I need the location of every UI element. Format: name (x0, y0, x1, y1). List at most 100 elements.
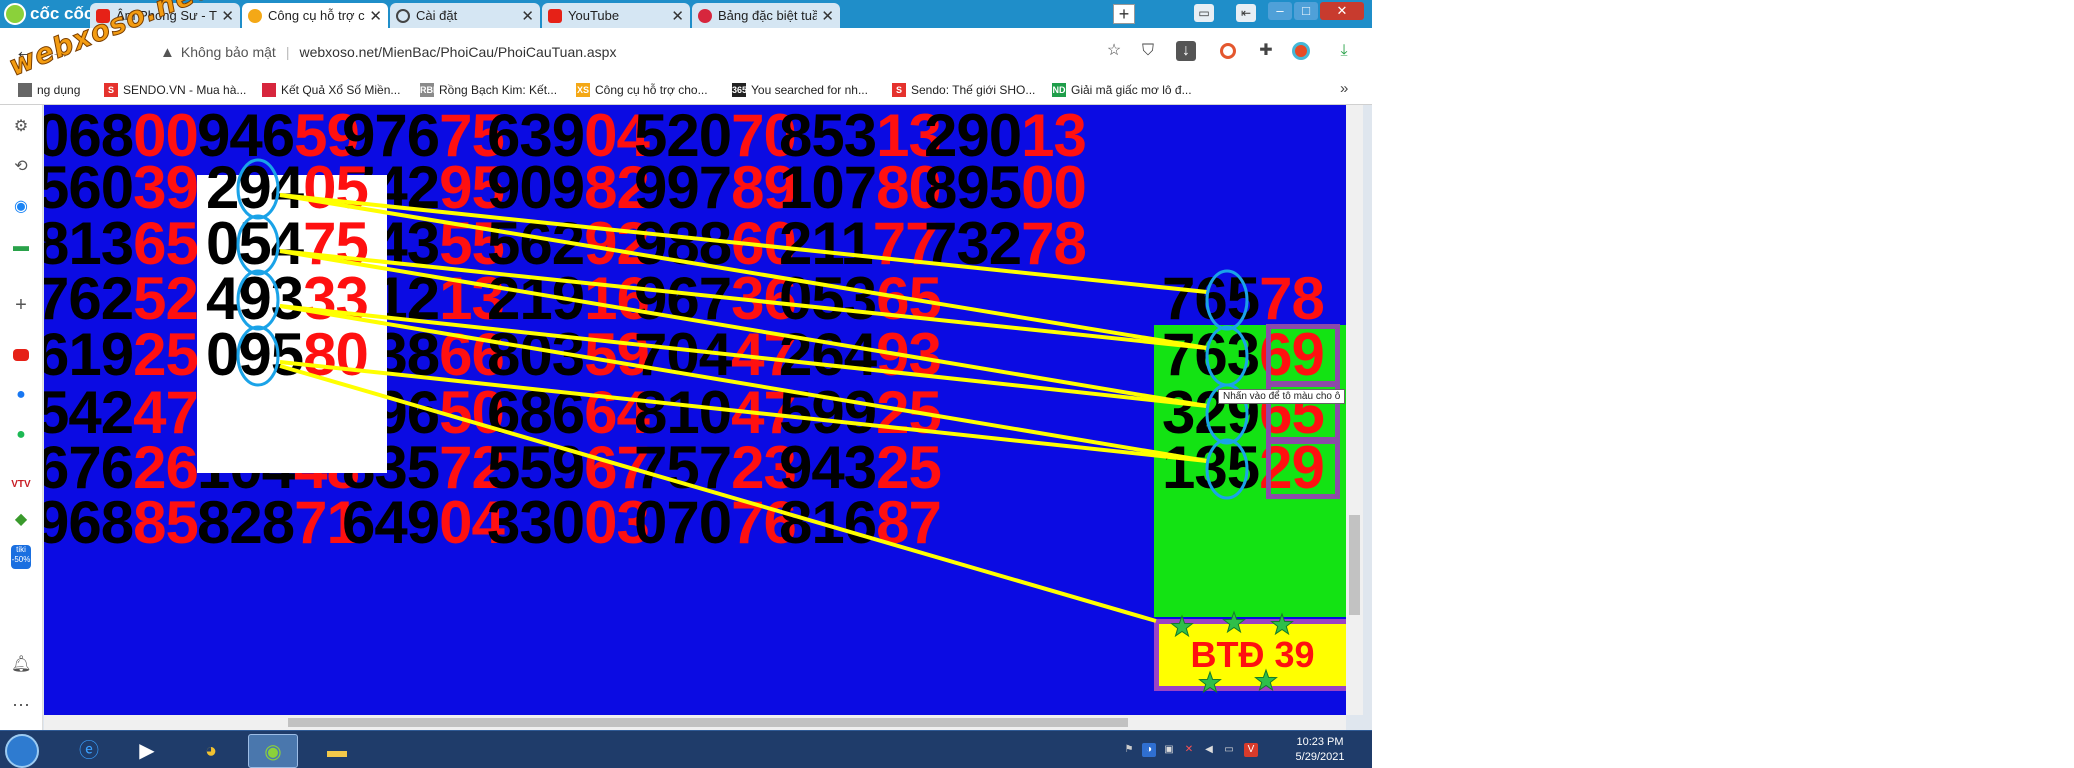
youtube-icon[interactable] (13, 349, 29, 361)
media-player-icon[interactable]: ▶ (122, 734, 172, 768)
download-arrow-icon[interactable]: ⤓ (1334, 41, 1354, 61)
bookmark-label: SENDO.VN - Mua hà... (123, 83, 247, 97)
vertical-scroll-thumb[interactable] (1349, 515, 1360, 615)
sidebar: ⚙ ⟲ ◉ ▬ + ● ● VTV ◆ tiki -50% 🔔︎ ⋯ (0, 105, 43, 730)
clock-time: 10:23 PM (1296, 736, 1344, 748)
spotify-icon[interactable]: ● (11, 425, 31, 445)
messenger-icon[interactable]: ◉ (11, 197, 31, 217)
display-icon[interactable]: ✕ (1182, 743, 1196, 757)
volume-icon[interactable]: ◀ (1202, 743, 1216, 757)
bookmark-item[interactable]: S Sendo: Thế giới SHO... (892, 81, 1035, 99)
download-icon[interactable]: ↓ (1176, 41, 1196, 61)
close-icon[interactable]: ✕ (821, 7, 834, 25)
sendo-icon: S (892, 83, 906, 97)
game-icon[interactable]: ▬ (11, 237, 31, 257)
bookmarks-more-button[interactable]: » (1340, 80, 1348, 97)
tab-cai-dat[interactable]: Cài đặt ✕ (390, 3, 540, 28)
screen: cốc cốc Âm Phong Sư - Tập 0 ✕ Công cụ hỗ… (0, 0, 1372, 768)
new-tab-button[interactable]: + (1113, 4, 1135, 24)
shield-icon[interactable]: ⛉ (1138, 41, 1158, 61)
more-icon[interactable]: ⋯ (11, 695, 31, 715)
horizontal-scroll-thumb[interactable] (288, 718, 1128, 727)
tab-cong-cu[interactable]: Công cụ hỗ trợ cho ng ✕ (242, 3, 388, 28)
security-label[interactable]: Không bảo mật (181, 44, 276, 60)
tooltip: Nhấn vào để tô màu cho ô (1218, 389, 1346, 404)
gear-icon (396, 8, 410, 23)
add-icon[interactable]: + (11, 295, 31, 315)
clock-date: 5/29/2021 (1295, 751, 1345, 763)
antivirus-icon[interactable]: ◑ (1142, 743, 1156, 757)
vtv-icon[interactable]: VTV (11, 475, 31, 495)
turtle-icon[interactable]: ◆ (11, 510, 31, 530)
bookmark-item[interactable]: ND Giải mã giấc mơ lô đ... (1052, 81, 1192, 99)
bookmark-label: Công cụ hỗ trợ cho... (595, 83, 708, 97)
close-icon[interactable]: ✕ (671, 7, 684, 25)
facebook-icon[interactable]: ● (11, 385, 31, 405)
connector-line (279, 364, 1157, 623)
network-icon[interactable]: ⚑ (1122, 743, 1136, 757)
url-text[interactable]: webxoso.net/MienBac/PhoiCau/PhoiCauTuan.… (299, 44, 616, 60)
bookmark-label: Rồng Bạch Kim: Kết... (439, 83, 558, 97)
extension-icon[interactable] (1220, 43, 1236, 59)
bookmark-label: ng dụng (37, 83, 81, 97)
selection-circle (1205, 325, 1249, 387)
selection-circle (1205, 269, 1249, 331)
tab-youtube[interactable]: YouTube ✕ (542, 3, 690, 28)
tab-bang-dac-biet[interactable]: Bảng đặc biệt tuần Xổ ✕ (692, 3, 840, 28)
gear-icon[interactable]: ⚙ (11, 117, 31, 137)
maximize-button[interactable]: □ (1294, 2, 1318, 20)
flag-icon[interactable]: ▣ (1162, 743, 1176, 757)
window-close-button[interactable]: ✕ (1320, 2, 1364, 20)
horizontal-scrollbar[interactable] (44, 715, 1346, 730)
annotation-overlay (236, 158, 1294, 694)
warning-icon[interactable]: ▲ (160, 44, 175, 61)
folder-icon[interactable]: ▬ (312, 734, 362, 768)
sendo-icon: S (104, 83, 118, 97)
bookmark-label: Giải mã giấc mơ lô đ... (1071, 83, 1192, 97)
bookmark-label: Kết Quả Xổ Số Miền... (281, 83, 401, 97)
selection-circle (236, 325, 280, 387)
battery-icon[interactable]: ▭ (1222, 743, 1236, 757)
star-icon (1198, 670, 1222, 694)
bookmark-item[interactable]: ng dụng (18, 81, 80, 99)
chrome-icon[interactable]: ◕ (186, 734, 236, 768)
ks-icon: XS (576, 83, 590, 97)
tiki-icon[interactable]: tiki -50% (11, 545, 31, 569)
address-bar[interactable]: ▲ Không bảo mật | webxoso.net/MienBac/Ph… (160, 36, 1144, 68)
url-separator: | (285, 44, 290, 60)
tab-title: YouTube (568, 8, 620, 23)
internet-explorer-icon[interactable]: ⓔ (64, 734, 114, 768)
puzzle-icon[interactable]: ✚ (1256, 41, 1276, 61)
bookmark-item[interactable]: Kết Quả Xổ Số Miền... (262, 81, 400, 99)
history-icon[interactable]: ⟲ (11, 157, 31, 177)
bookmark-item[interactable]: S SENDO.VN - Mua hà... (104, 81, 246, 99)
close-icon[interactable]: ✕ (521, 7, 534, 25)
v-icon[interactable]: V (1244, 743, 1258, 757)
close-icon[interactable]: ✕ (221, 7, 234, 25)
bookmark-item[interactable]: 365 You searched for nh... (732, 81, 868, 99)
phoi-cau-table: 06800 94659 97675 63904 52070 85313 29013 56039… (44, 105, 1346, 715)
selection-circle (236, 158, 280, 220)
bookmark-item[interactable]: RBK Rồng Bạch Kim: Kết... (420, 81, 557, 99)
vertical-scrollbar[interactable] (1346, 105, 1363, 715)
kqxs-icon (248, 8, 262, 23)
apps-icon (18, 83, 32, 97)
coccoc-icon[interactable]: ◉ (248, 734, 298, 768)
connector-line (279, 360, 1208, 463)
close-icon[interactable]: ✕ (369, 7, 382, 25)
bookmark-item[interactable]: XS Công cụ hỗ trợ cho... (576, 81, 708, 99)
tab-title: Bảng đặc biệt tuần Xổ (718, 8, 818, 23)
bookmark-label: You searched for nh... (751, 83, 868, 97)
screenshot-icon[interactable]: ▭ (1194, 4, 1214, 22)
system-clock[interactable]: 10:23 PM 5/29/2021 (1290, 735, 1350, 765)
profile-avatar[interactable] (1292, 42, 1310, 60)
start-button[interactable] (5, 734, 39, 768)
bookmarks-bar: ng dụng S SENDO.VN - Mua hà... Kết Quả Xổ S… (0, 76, 1372, 105)
minimize-button[interactable]: – (1268, 2, 1292, 20)
star-icon[interactable]: ☆ (1104, 41, 1124, 61)
tab-title: Cài đặt (416, 8, 458, 23)
connector-line (279, 193, 1208, 350)
pin-icon[interactable]: ⇤ (1236, 4, 1256, 22)
star-icon (1270, 612, 1294, 636)
bell-icon[interactable]: 🔔︎ (11, 655, 31, 675)
